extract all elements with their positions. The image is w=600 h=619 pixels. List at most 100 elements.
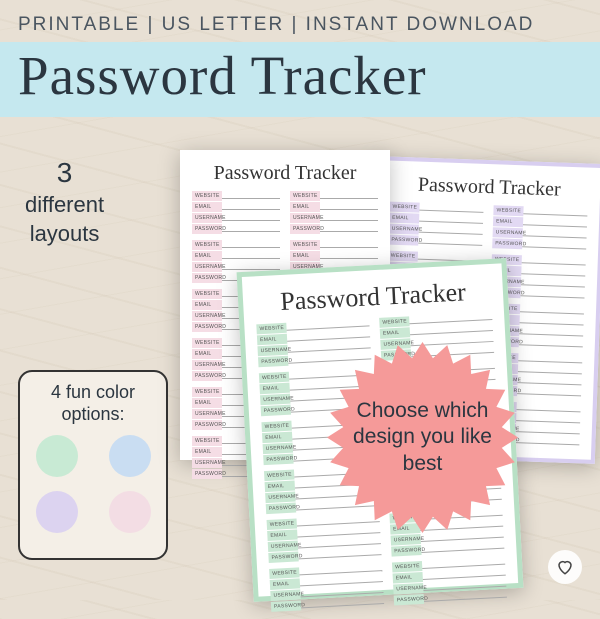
- field-label: PASSWORD: [263, 454, 293, 466]
- field-label: PASSWORD: [258, 356, 288, 368]
- entry-group: WEBSITEEMAILUSERNAMEPASSWORD: [192, 191, 280, 234]
- field-label: USERNAME: [493, 227, 523, 238]
- field-label: WEBSITE: [392, 561, 422, 573]
- field-label: PASSWORD: [266, 503, 296, 515]
- field-line: [517, 402, 581, 412]
- field-label: WEBSITE: [264, 470, 294, 482]
- field-line: [320, 251, 378, 259]
- field-line: [222, 224, 280, 232]
- entry-row: PASSWORD: [388, 235, 482, 248]
- field-label: EMAIL: [493, 216, 523, 227]
- field-line: [419, 225, 483, 235]
- field-label: USERNAME: [263, 443, 293, 455]
- field-line: [520, 315, 584, 325]
- field-line: [519, 326, 583, 336]
- field-label: WEBSITE: [290, 240, 320, 250]
- swatch-lavender: [36, 491, 78, 533]
- favorite-button[interactable]: [548, 550, 582, 584]
- field-label: PASSWORD: [290, 224, 320, 234]
- heart-icon: [556, 558, 574, 576]
- field-line: [523, 228, 587, 238]
- badge-text: Choose which design you like best: [348, 398, 498, 477]
- field-line: [521, 288, 585, 298]
- field-line: [418, 236, 482, 246]
- field-line: [222, 240, 280, 248]
- field-label: USERNAME: [192, 262, 222, 272]
- field-line: [518, 353, 582, 363]
- field-label: USERNAME: [192, 360, 222, 370]
- entry-row: EMAIL: [290, 251, 378, 261]
- field-label: PASSWORD: [192, 322, 222, 332]
- field-line: [320, 191, 378, 199]
- field-label: WEBSITE: [192, 289, 222, 299]
- field-line: [522, 255, 586, 265]
- starburst-badge: Choose which design you like best: [325, 340, 520, 535]
- field-line: [222, 202, 280, 210]
- field-label: EMAIL: [192, 202, 222, 212]
- field-line: [320, 240, 378, 248]
- field-line: [222, 191, 280, 199]
- entry-group: WEBSITEEMAILUSERNAMEPASSWORD: [392, 557, 507, 606]
- field-label: WEBSITE: [493, 205, 523, 216]
- field-label: PASSWORD: [192, 371, 222, 381]
- field-label: WEBSITE: [192, 240, 222, 250]
- sheet-title: Password Tracker: [390, 173, 589, 203]
- field-label: WEBSITE: [389, 202, 419, 213]
- field-label: USERNAME: [260, 394, 290, 406]
- field-label: USERNAME: [192, 458, 222, 468]
- field-label: PASSWORD: [391, 545, 421, 557]
- field-line: [222, 251, 280, 259]
- field-label: WEBSITE: [261, 421, 291, 433]
- field-line: [515, 435, 579, 445]
- field-label: WEBSITE: [388, 251, 418, 262]
- field-label: USERNAME: [268, 540, 298, 552]
- field-label: EMAIL: [192, 447, 222, 457]
- field-label: USERNAME: [257, 345, 287, 357]
- entry-row: USERNAME: [192, 213, 280, 223]
- field-label: USERNAME: [391, 534, 421, 546]
- field-line: [222, 262, 280, 270]
- entry-row: EMAIL: [290, 202, 378, 212]
- entry-row: WEBSITE: [192, 191, 280, 201]
- format-tags: PRINTABLE | US LETTER | INSTANT DOWNLOAD: [0, 0, 600, 42]
- layouts-callout: 3 different layouts: [25, 155, 104, 249]
- field-line: [320, 213, 378, 221]
- field-label: EMAIL: [192, 300, 222, 310]
- field-label: PASSWORD: [388, 235, 418, 246]
- field-label: WEBSITE: [192, 436, 222, 446]
- field-label: WEBSITE: [192, 191, 222, 201]
- field-label: WEBSITE: [256, 323, 286, 335]
- field-label: PASSWORD: [192, 420, 222, 430]
- sheet-title: Password Tracker: [254, 276, 491, 318]
- field-line: [517, 375, 581, 385]
- field-line: [222, 213, 280, 221]
- field-line: [522, 239, 586, 249]
- field-label: PASSWORD: [261, 405, 291, 417]
- color-options-title: 4 fun color options:: [30, 382, 156, 425]
- field-label: EMAIL: [262, 432, 292, 444]
- entry-row: USERNAME: [290, 213, 378, 223]
- field-label: PASSWORD: [192, 273, 222, 283]
- product-title: Password Tracker: [18, 44, 582, 107]
- field-label: WEBSITE: [269, 567, 299, 579]
- field-label: PASSWORD: [268, 551, 298, 563]
- field-label: WEBSITE: [259, 372, 289, 384]
- field-label: WEBSITE: [290, 191, 320, 201]
- color-options-box: 4 fun color options:: [18, 370, 168, 560]
- field-line: [299, 563, 382, 575]
- entry-row: PASSWORD: [492, 238, 586, 251]
- field-label: EMAIL: [257, 334, 287, 346]
- field-label: USERNAME: [192, 409, 222, 419]
- swatch-grid: [30, 435, 156, 533]
- swatch-green: [36, 435, 78, 477]
- field-label: WEBSITE: [192, 338, 222, 348]
- field-label: EMAIL: [389, 213, 419, 224]
- field-label: PASSWORD: [271, 600, 301, 612]
- field-label: EMAIL: [192, 349, 222, 359]
- field-label: USERNAME: [393, 583, 423, 595]
- field-line: [320, 224, 378, 232]
- field-line: [521, 266, 585, 276]
- field-line: [523, 206, 587, 216]
- field-label: PASSWORD: [192, 469, 222, 479]
- entry-group: WEBSITEEMAILUSERNAMEPASSWORD: [388, 202, 483, 248]
